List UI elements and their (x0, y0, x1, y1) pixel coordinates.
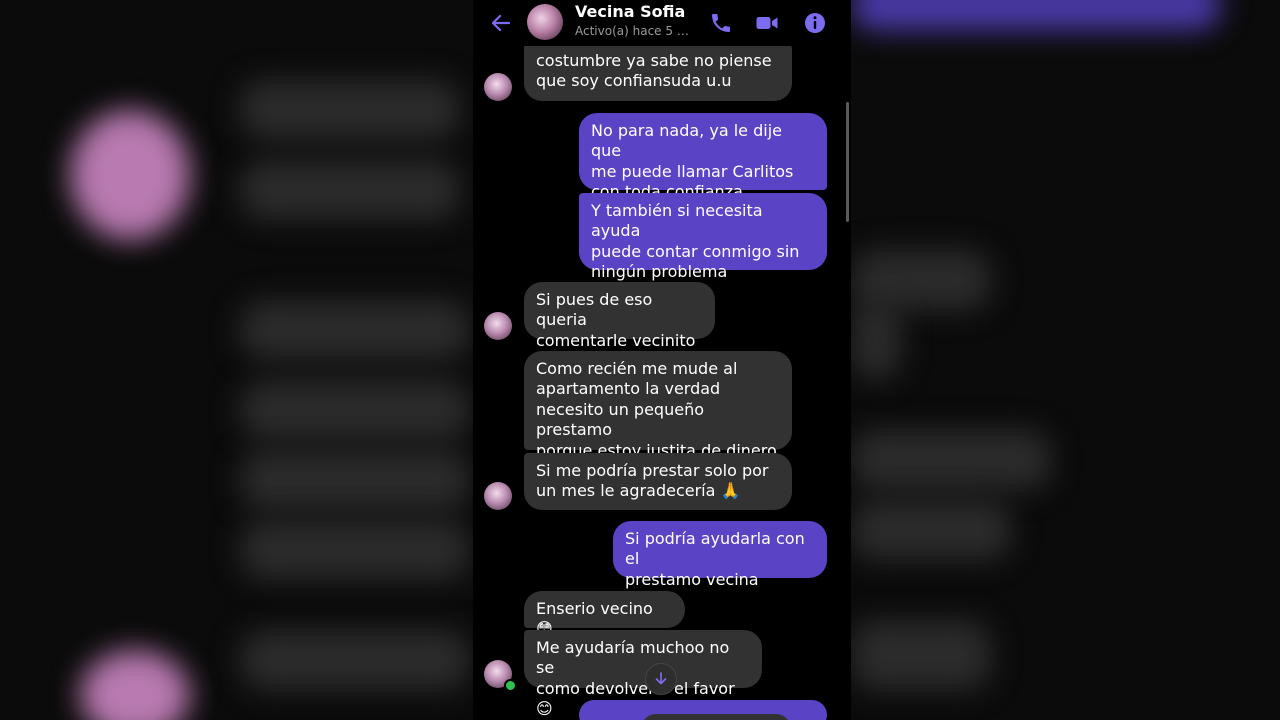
info-icon[interactable] (803, 11, 827, 35)
message-bubble-incoming[interactable]: Si me podría prestar solo por un mes le … (524, 453, 792, 510)
contact-avatar[interactable] (527, 4, 563, 40)
contact-mini-avatar (484, 312, 512, 340)
message-bubble-outgoing[interactable]: No para nada, ya le dije que me puede ll… (579, 113, 827, 201)
message-bubble-incoming[interactable]: Si pues de eso queria comentarle vecinit… (524, 282, 715, 350)
scrollbar[interactable] (846, 102, 849, 222)
contact-status: Activo(a) hace 5 mi… (575, 24, 699, 38)
message-bubble-incoming[interactable]: Enserio vecino 😳 (524, 591, 685, 638)
scroll-to-bottom-button[interactable] (645, 663, 677, 695)
arrow-down-icon (655, 672, 667, 685)
contact-mini-avatar (484, 73, 512, 101)
arrow-left-icon[interactable] (489, 11, 513, 35)
chat-header: Vecina Sofia Activo(a) hace 5 mi… (473, 0, 851, 46)
messenger-chat-screen: Vecina Sofia Activo(a) hace 5 mi… costum… (473, 0, 851, 720)
contact-name[interactable]: Vecina Sofia (575, 2, 685, 21)
message-bubble-outgoing[interactable]: Y también si necesita ayuda puede contar… (579, 193, 827, 281)
message-bubble-outgoing[interactable]: Si podría ayudarla con el prestamo vecin… (613, 521, 827, 589)
blurred-background-left (0, 0, 473, 720)
online-status-dot (504, 679, 517, 692)
message-bubble-incoming-partial[interactable] (641, 714, 791, 720)
contact-mini-avatar (484, 482, 512, 510)
phone-icon[interactable] (709, 11, 733, 35)
video-camera-icon[interactable] (755, 11, 779, 35)
message-bubble-incoming[interactable]: Como recién me mude al apartamento la ve… (524, 351, 792, 460)
message-bubble-incoming[interactable]: Me ayudaría muchoo no se como devolverle… (524, 630, 762, 718)
blurred-background-right (851, 0, 1280, 720)
